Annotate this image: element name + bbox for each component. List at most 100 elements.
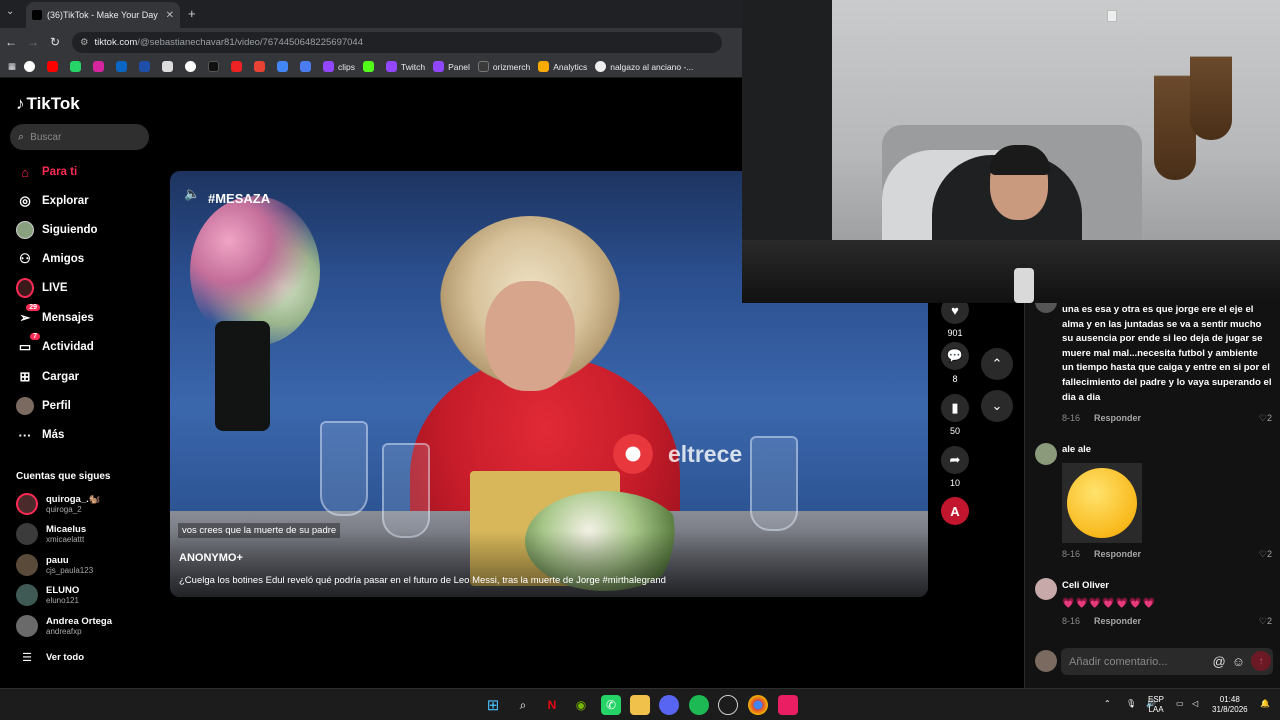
music-disc-icon[interactable]: A — [941, 497, 969, 525]
clock[interactable]: 01:48 31/8/2026 — [1212, 695, 1248, 715]
comment-like-button[interactable]: ♡2 — [1259, 616, 1272, 627]
comment-author[interactable]: Celi Oliver — [1062, 580, 1109, 591]
language-indicator[interactable]: ESP LAA — [1148, 695, 1164, 715]
new-tab-icon[interactable]: + — [188, 6, 196, 21]
reply-button[interactable]: Responder — [1094, 413, 1141, 424]
see-all-link[interactable]: ☰ Ver todo — [16, 643, 156, 671]
chevron-up-icon[interactable]: ⌃ — [1104, 699, 1111, 709]
sound-disc[interactable]: A — [940, 497, 970, 529]
forward-icon[interactable]: → — [22, 35, 44, 49]
save-action[interactable]: ▮ 50 — [940, 394, 970, 436]
avatar[interactable] — [1035, 443, 1057, 465]
nav-amigos[interactable]: ⚇ Amigos — [16, 248, 156, 270]
avatar[interactable] — [1035, 578, 1057, 600]
bookmark-discord[interactable] — [162, 61, 177, 72]
bookmark-google[interactable] — [24, 61, 39, 72]
nvidia-icon[interactable]: ◉ — [571, 695, 591, 715]
bookmark-panel[interactable]: Panel — [433, 61, 470, 72]
windows-start-icon[interactable]: ⊞ — [483, 695, 503, 715]
netflix-icon[interactable]: N — [542, 695, 562, 715]
search-icon[interactable]: ⌕ — [513, 695, 533, 715]
hashtag-overlay: #MESAZA — [208, 191, 271, 206]
reload-icon[interactable]: ↻ — [44, 35, 66, 49]
discord-icon[interactable] — [659, 695, 679, 715]
bookmark-paypal[interactable] — [139, 61, 154, 72]
comment-like-button[interactable]: ♡2 — [1259, 549, 1272, 560]
bookmark-gmail[interactable] — [254, 61, 269, 72]
address-toolbar: ← → ↻ ⚙ tiktok.com/@sebastianechavar81/v… — [0, 28, 742, 56]
bookmark-kick[interactable] — [363, 61, 378, 72]
share-icon[interactable]: ➦ — [941, 446, 969, 474]
following-account[interactable]: ELUNO eluno121 — [16, 581, 156, 609]
nav-actividad[interactable]: ▭ 7 Actividad — [16, 333, 156, 358]
close-tab-icon[interactable]: ✕ — [166, 10, 174, 21]
bookmark-blue[interactable] — [277, 61, 292, 72]
bookmark-orizmerch[interactable]: orizmerch — [477, 61, 530, 72]
nav-mas[interactable]: ··· Más — [16, 424, 156, 446]
spotify-icon[interactable] — [689, 695, 709, 715]
bookmark-whatsapp[interactable] — [70, 61, 85, 72]
nav-explorar[interactable]: ◎ Explorar — [16, 190, 156, 212]
previous-video-button[interactable]: ⌃ — [981, 348, 1013, 380]
browser-tab[interactable]: (36)TikTok - Make Your Day ✕ — [26, 2, 180, 28]
notifications-icon[interactable]: 🔔 — [1260, 699, 1270, 709]
avatar — [16, 493, 38, 515]
streaming-app-icon[interactable] — [778, 695, 798, 715]
comment-author[interactable]: ale ale — [1062, 444, 1091, 455]
send-comment-button[interactable]: ↑ — [1251, 651, 1271, 671]
reply-button[interactable]: Responder — [1094, 616, 1141, 627]
bookmark-twitch[interactable]: Twitch — [386, 61, 425, 72]
bookmark-google-2[interactable] — [185, 61, 200, 72]
site-info-icon[interactable]: ⚙ — [80, 37, 89, 48]
browser-tab-strip: ⌄ (36)TikTok - Make Your Day ✕ + — [0, 0, 742, 28]
bookmark-nalgazo[interactable]: nalgazo al anciano -... — [595, 61, 693, 72]
nav-live[interactable]: LIVE — [16, 277, 156, 299]
nav-label: Cargar — [42, 371, 80, 383]
bookmark-translate[interactable] — [300, 61, 315, 72]
following-account[interactable]: Micaelus xmicaelattt — [16, 520, 156, 548]
bookmark-icon[interactable]: ▮ — [941, 394, 969, 422]
avatar — [16, 523, 38, 545]
whatsapp-icon[interactable]: ✆ — [601, 695, 621, 715]
chrome-icon[interactable] — [748, 695, 768, 715]
address-bar[interactable]: ⚙ tiktok.com/@sebastianechavar81/video/7… — [72, 31, 722, 53]
mention-button[interactable]: @ — [1213, 654, 1226, 669]
video-author[interactable]: ANONYMO+ — [179, 552, 243, 564]
file-explorer-icon[interactable] — [630, 695, 650, 715]
share-action[interactable]: ➦ 10 — [940, 446, 970, 488]
search-input[interactable]: ⌕ Buscar — [10, 124, 149, 150]
tab-search-icon[interactable]: ⌄ — [6, 6, 14, 17]
following-account[interactable]: pauu cjs_paula123 — [16, 551, 156, 579]
steam-icon[interactable] — [718, 695, 738, 715]
volume-icon[interactable]: 🔈 — [184, 186, 200, 202]
bookmark-youtube[interactable] — [47, 61, 62, 72]
bookmark-tiktok[interactable] — [208, 61, 223, 72]
bookmark-clips[interactable]: clips — [323, 61, 355, 72]
comment-action[interactable]: 💬 8 — [940, 342, 970, 384]
following-account[interactable]: Andrea Ortega andreafxp — [16, 612, 156, 640]
bookmark-analytics[interactable]: Analytics — [538, 61, 587, 72]
nav-mensajes[interactable]: ➢ 29 Mensajes — [16, 304, 156, 329]
nav-cargar[interactable]: ⊞ Cargar — [16, 366, 156, 388]
microphone-icon[interactable]: 🎙 — [1126, 699, 1136, 709]
nav-para-ti[interactable]: ⌂ Para ti — [16, 161, 156, 183]
search-icon: ⌕ — [18, 130, 25, 143]
emoji-icon[interactable]: ☺ — [1232, 654, 1245, 669]
back-icon[interactable]: ← — [0, 35, 22, 49]
network-icon[interactable]: ▭ — [1176, 699, 1184, 709]
apps-grid-icon[interactable]: ▦ — [8, 61, 16, 72]
bookmark-mercado[interactable] — [116, 61, 131, 72]
nav-siguiendo[interactable]: Siguiendo — [16, 219, 156, 241]
nav-perfil[interactable]: Perfil — [16, 395, 156, 417]
volume-tray-icon[interactable]: ◁ — [1192, 699, 1198, 709]
bookmark-red[interactable] — [231, 61, 246, 72]
tiktok-logo[interactable]: ♪ TikTok — [16, 94, 80, 114]
translate-icon — [300, 61, 312, 72]
bookmark-instagram[interactable] — [93, 61, 108, 72]
following-account[interactable]: quiroga_.🐿️ quiroga_2 — [16, 490, 156, 518]
comment-icon[interactable]: 💬 — [941, 342, 969, 370]
reply-button[interactable]: Responder — [1094, 549, 1141, 560]
comment-input[interactable]: Añadir comentario... @ ☺ — [1061, 648, 1273, 675]
next-video-button[interactable]: ⌄ — [981, 390, 1013, 422]
comment-like-button[interactable]: ♡2 — [1259, 413, 1272, 424]
